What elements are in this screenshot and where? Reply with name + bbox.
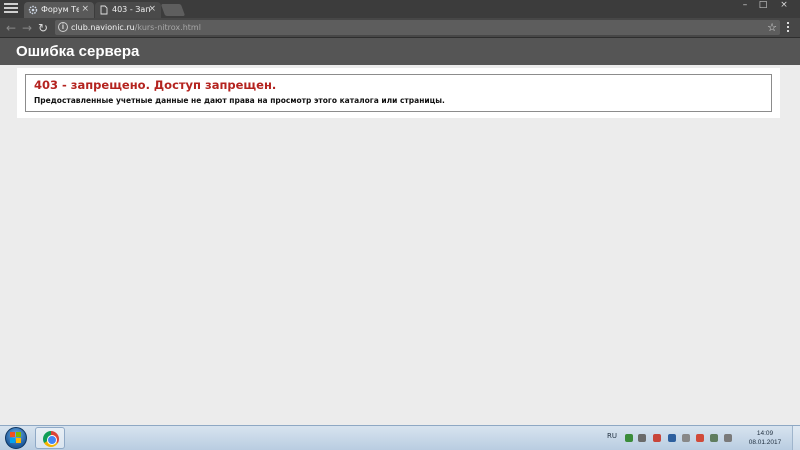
error-message: Предоставленные учетные данные не дают п… bbox=[34, 96, 445, 105]
clock[interactable]: 14:09 08.01.2017 bbox=[745, 429, 785, 447]
info-icon[interactable]: i bbox=[58, 22, 68, 32]
flag-tray-icon[interactable] bbox=[696, 434, 704, 442]
security-tray-icon[interactable] bbox=[625, 434, 633, 442]
taskbar: RU 14:09 08.01.2017 bbox=[0, 425, 800, 450]
url-host: club.navionic.ru bbox=[71, 23, 135, 32]
minimize-button[interactable]: – bbox=[738, 0, 752, 10]
maximize-button[interactable]: □ bbox=[756, 0, 770, 10]
new-tab-button[interactable] bbox=[160, 4, 186, 16]
reload-icon[interactable]: ↻ bbox=[36, 20, 50, 36]
show-desktop-button[interactable] bbox=[792, 426, 800, 450]
gear-favicon-icon bbox=[28, 5, 38, 15]
tab-title: 403 - Запр bbox=[112, 5, 150, 14]
page-favicon-icon bbox=[100, 5, 108, 15]
volume-tray-icon[interactable] bbox=[653, 434, 661, 442]
tab-forum[interactable]: Форум Те × bbox=[24, 2, 94, 18]
url-path: /kurs-nitrox.html bbox=[134, 23, 201, 32]
content-panel: 403 - запрещено. Доступ запрещен. Предос… bbox=[17, 68, 780, 118]
menu-icon[interactable] bbox=[4, 3, 18, 15]
tab-title: Форум Те bbox=[41, 5, 79, 14]
start-button[interactable] bbox=[2, 426, 30, 450]
close-icon[interactable]: × bbox=[148, 2, 156, 17]
chrome-icon bbox=[43, 431, 59, 447]
taskbar-chrome-button[interactable] bbox=[35, 427, 65, 449]
tab-strip: Форум Те × 403 - Запр × – □ × bbox=[0, 0, 800, 18]
signal-tray-icon[interactable] bbox=[710, 434, 718, 442]
error-title: 403 - запрещено. Доступ запрещен. bbox=[34, 78, 277, 92]
tab-403[interactable]: 403 - Запр × bbox=[95, 2, 161, 18]
bluetooth-tray-icon[interactable] bbox=[668, 434, 676, 442]
url-text[interactable]: club.navionic.ru/kurs-nitrox.html bbox=[71, 20, 201, 35]
clock-time: 14:09 bbox=[756, 430, 774, 437]
language-indicator[interactable]: RU bbox=[607, 432, 617, 440]
speaker-tray-icon[interactable] bbox=[724, 434, 732, 442]
clock-date: 08.01.2017 bbox=[748, 439, 782, 446]
address-bar[interactable]: i club.navionic.ru/kurs-nitrox.html ☆ bbox=[55, 20, 780, 35]
browser-toolbar: ← → ↻ i club.navionic.ru/kurs-nitrox.htm… bbox=[0, 18, 800, 38]
page-title: Ошибка сервера bbox=[16, 43, 140, 60]
star-icon[interactable]: ☆ bbox=[767, 20, 777, 35]
page-header: Ошибка сервера bbox=[0, 38, 800, 65]
close-icon[interactable]: × bbox=[81, 2, 89, 17]
network-tray-icon[interactable] bbox=[682, 434, 690, 442]
system-tray: RU 14:09 08.01.2017 bbox=[600, 426, 800, 450]
windows-logo-icon bbox=[10, 432, 22, 443]
error-box: 403 - запрещено. Доступ запрещен. Предос… bbox=[25, 74, 772, 112]
close-window-button[interactable]: × bbox=[774, 0, 794, 10]
forward-icon[interactable]: → bbox=[20, 20, 34, 36]
printer-tray-icon[interactable] bbox=[638, 434, 646, 442]
back-icon[interactable]: ← bbox=[4, 20, 18, 36]
kebab-menu-icon[interactable] bbox=[786, 22, 790, 34]
